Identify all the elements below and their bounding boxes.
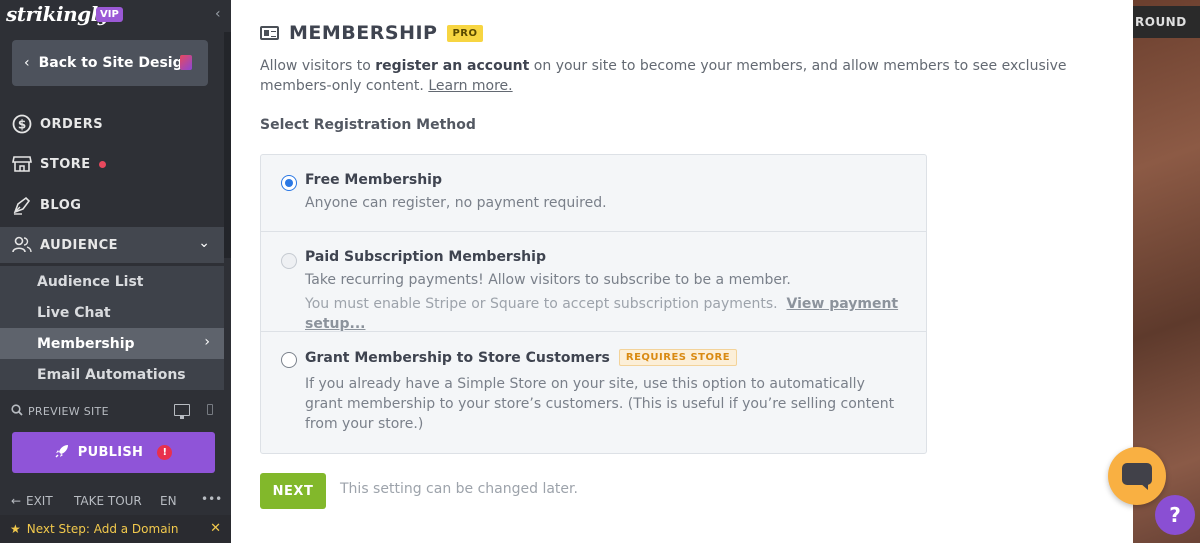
site-design-icon (180, 55, 192, 70)
back-to-site-design-button[interactable]: ‹ Back to Site Design (12, 40, 208, 86)
page-title: MEMBERSHIP (289, 22, 438, 44)
desktop-icon[interactable] (174, 404, 190, 419)
alert-icon: ! (157, 445, 173, 460)
option-description: Take recurring payments! Allow visitors … (305, 272, 791, 288)
chevron-down-icon: ⌄ (198, 235, 210, 251)
pro-badge: PRO (447, 24, 483, 42)
collapse-sidebar-icon[interactable]: ‹ (215, 6, 225, 24)
storefront-icon (12, 154, 32, 174)
page-description: Allow visitors to register an account on… (260, 56, 1100, 96)
sidebar-item-label: ORDERS (40, 116, 104, 132)
option-description: If you already have a Simple Store on yo… (305, 376, 895, 432)
preview-site-row: PREVIEW SITE (0, 398, 231, 424)
learn-more-link[interactable]: Learn more. (428, 78, 512, 94)
requires-store-badge: REQUIRES STORE (618, 349, 738, 366)
users-icon (12, 235, 32, 255)
sidebar-item-label: STORE (40, 156, 91, 172)
payment-note-text: You must enable Stripe or Square to acce… (305, 296, 778, 312)
chevron-right-icon: › (204, 334, 210, 350)
description-prefix: Allow visitors to (260, 58, 376, 74)
take-tour-link[interactable]: TAKE TOUR (74, 494, 142, 508)
sidebar: strikingly VIP ‹ ‹ Back to Site Design $… (0, 0, 231, 543)
more-options-icon[interactable]: ••• (201, 492, 222, 506)
star-icon: ★ (10, 522, 21, 536)
language-selector[interactable]: EN (160, 494, 177, 508)
search-icon (11, 403, 25, 419)
sidebar-subitem-audience-list[interactable]: Audience List (0, 266, 224, 297)
next-step-banner[interactable]: ★ Next Step: Add a Domain ✕ (0, 515, 231, 543)
option-note: You must enable Stripe or Square to acce… (305, 294, 905, 334)
sidebar-subitem-label: Audience List (37, 273, 144, 290)
chat-bubble-icon (1122, 463, 1152, 490)
close-icon[interactable]: ✕ (210, 521, 221, 536)
chat-button[interactable] (1108, 447, 1166, 505)
sidebar-footer: ← EXIT TAKE TOUR EN ••• (0, 490, 231, 512)
sidebar-subitem-membership[interactable]: Membership › (0, 328, 224, 359)
sidebar-header: strikingly VIP ‹ (0, 0, 231, 32)
membership-panel: MEMBERSHIP PRO Allow visitors to registe… (231, 0, 1133, 543)
option-title: Grant Membership to Store Customers REQUI… (305, 349, 738, 366)
notification-dot (98, 160, 106, 168)
description-emphasis: register an account (375, 58, 530, 74)
sidebar-item-audience[interactable]: AUDIENCE ⌄ (0, 227, 224, 263)
radio-free-membership[interactable] (281, 175, 297, 191)
exit-link[interactable]: EXIT (26, 494, 53, 508)
pen-nib-icon (12, 195, 32, 215)
sidebar-subitem-live-chat[interactable]: Live Chat (0, 297, 224, 328)
back-to-site-design-label: Back to Site Design (38, 55, 193, 71)
strikingly-logo[interactable]: strikingly (6, 2, 109, 26)
registration-method-options: Free Membership Anyone can register, no … (260, 154, 927, 454)
next-button[interactable]: NEXT (260, 473, 326, 509)
sidebar-subitem-label: Membership (37, 335, 135, 352)
setting-hint: This setting can be changed later. (340, 481, 578, 497)
sidebar-item-orders[interactable]: $ ORDERS (0, 106, 224, 142)
vip-badge: VIP (96, 7, 123, 22)
page-header: MEMBERSHIP PRO (260, 22, 483, 44)
radio-paid-subscription[interactable] (281, 253, 297, 269)
next-step-text: Next Step: Add a Domain (26, 522, 179, 536)
publish-label: PUBLISH (77, 445, 144, 460)
option-grant-store-customers[interactable]: Grant Membership to Store Customers REQUI… (261, 332, 926, 453)
mobile-icon[interactable] (207, 404, 213, 415)
rocket-icon (55, 444, 69, 462)
sidebar-item-label: BLOG (40, 197, 82, 213)
option-free-membership[interactable]: Free Membership Anyone can register, no … (261, 155, 926, 232)
sidebar-subitem-label: Email Automations (37, 366, 186, 383)
option-paid-subscription[interactable]: Paid Subscription Membership Take recurr… (261, 232, 926, 332)
section-label: Select Registration Method (260, 117, 476, 133)
exit-arrow-icon: ← (11, 494, 22, 508)
background-button[interactable]: ROUND (1133, 6, 1200, 38)
help-button[interactable]: ? (1155, 495, 1195, 535)
sidebar-item-store[interactable]: STORE (0, 146, 224, 182)
option-title: Free Membership (305, 172, 442, 188)
sidebar-subitem-label: Live Chat (37, 304, 111, 321)
publish-button[interactable]: PUBLISH ! (12, 432, 215, 473)
sidebar-subitem-email-automations[interactable]: Email Automations (0, 359, 224, 390)
svg-text:$: $ (18, 118, 26, 132)
chevron-left-icon: ‹ (24, 55, 30, 71)
sidebar-item-label: AUDIENCE (40, 237, 119, 253)
radio-grant-store-customers[interactable] (281, 352, 297, 368)
option-title-text: Grant Membership to Store Customers (305, 350, 610, 366)
sidebar-item-blog[interactable]: BLOG (0, 187, 224, 223)
id-card-icon (260, 26, 279, 40)
dollar-circle-icon: $ (12, 114, 32, 134)
option-title: Paid Subscription Membership (305, 249, 546, 265)
sidebar-scrollbar[interactable] (224, 32, 231, 258)
preview-site-link[interactable]: PREVIEW SITE (28, 405, 109, 418)
option-description: Anyone can register, no payment required… (305, 195, 607, 211)
